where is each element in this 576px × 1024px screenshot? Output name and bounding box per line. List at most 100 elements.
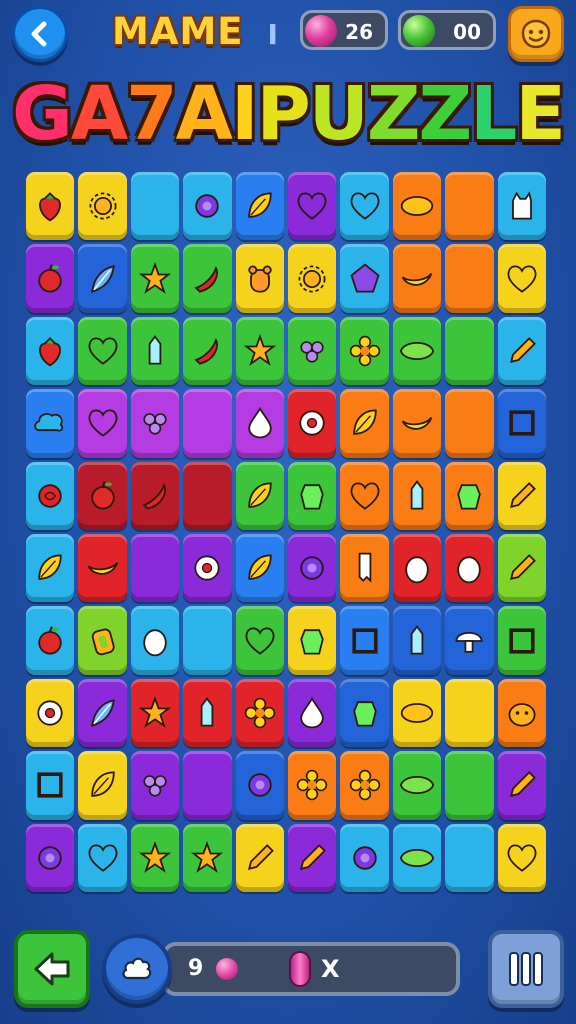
board-tile[interactable] — [235, 678, 284, 748]
board-tile[interactable] — [235, 172, 284, 241]
board-tile[interactable] — [340, 534, 389, 603]
board-tile[interactable] — [26, 389, 75, 458]
board-tile[interactable] — [497, 244, 546, 313]
board-tile[interactable] — [392, 461, 442, 530]
board-tile[interactable] — [340, 172, 389, 241]
board-tile[interactable] — [26, 534, 75, 603]
board-tile[interactable] — [392, 534, 442, 603]
board-tile[interactable] — [392, 823, 442, 892]
board-tile[interactable] — [340, 678, 389, 748]
board-tile[interactable] — [392, 172, 442, 241]
board-tile[interactable] — [340, 389, 389, 458]
board-tile[interactable] — [183, 751, 232, 820]
board-tile[interactable] — [445, 534, 494, 603]
board-tile[interactable] — [183, 172, 232, 241]
board-tile[interactable] — [183, 316, 232, 386]
board-tile[interactable] — [497, 172, 546, 241]
board-tile[interactable] — [78, 316, 127, 386]
board-tile[interactable] — [26, 751, 75, 820]
board-tile[interactable] — [497, 606, 546, 675]
pause-button[interactable] — [488, 930, 564, 1008]
board-tile[interactable] — [235, 751, 284, 820]
board-tile[interactable] — [445, 823, 494, 892]
board-tile[interactable] — [26, 244, 75, 313]
board-tile[interactable] — [26, 678, 75, 748]
board-tile[interactable] — [392, 316, 442, 386]
board-tile[interactable] — [497, 823, 546, 892]
board-tile[interactable] — [183, 534, 232, 603]
board-tile[interactable] — [445, 316, 494, 386]
board-tile[interactable] — [130, 534, 180, 603]
board-tile[interactable] — [392, 606, 442, 675]
board-tile[interactable] — [445, 606, 494, 675]
board-tile[interactable] — [78, 244, 127, 313]
board-tile[interactable] — [288, 606, 337, 675]
board-tile[interactable] — [235, 606, 284, 675]
board-tile[interactable] — [288, 461, 337, 530]
board-tile[interactable] — [183, 244, 232, 313]
board-tile[interactable] — [497, 316, 546, 386]
board-tile[interactable] — [26, 172, 75, 241]
board-tile[interactable] — [78, 606, 127, 675]
board-tile[interactable] — [340, 461, 389, 530]
board-tile[interactable] — [445, 678, 494, 748]
board-tile[interactable] — [130, 606, 180, 675]
return-button[interactable] — [14, 930, 90, 1008]
board-tile[interactable] — [235, 316, 284, 386]
board-tile[interactable] — [340, 606, 389, 675]
board-tile[interactable] — [288, 172, 337, 241]
back-button[interactable] — [12, 6, 68, 62]
board-tile[interactable] — [26, 823, 75, 892]
board-tile[interactable] — [235, 389, 284, 458]
board-tile[interactable] — [288, 534, 337, 603]
board-tile[interactable] — [130, 461, 180, 530]
hint-button[interactable] — [102, 934, 172, 1004]
board-tile[interactable] — [183, 606, 232, 675]
board-tile[interactable] — [392, 244, 442, 313]
board-tile[interactable] — [340, 751, 389, 820]
board-tile[interactable] — [445, 172, 494, 241]
profile-button[interactable] — [508, 6, 564, 62]
board-tile[interactable] — [26, 316, 75, 386]
board-tile[interactable] — [340, 316, 389, 386]
board-tile[interactable] — [340, 823, 389, 892]
board-tile[interactable] — [78, 678, 127, 748]
board-tile[interactable] — [235, 244, 284, 313]
board-tile[interactable] — [78, 751, 127, 820]
board-tile[interactable] — [130, 316, 180, 386]
board-tile[interactable] — [235, 461, 284, 530]
board-tile[interactable] — [78, 389, 127, 458]
board-tile[interactable] — [497, 751, 546, 820]
board-tile[interactable] — [288, 244, 337, 313]
board-tile[interactable] — [130, 244, 180, 313]
board-tile[interactable] — [497, 534, 546, 603]
board-tile[interactable] — [392, 389, 442, 458]
board-tile[interactable] — [445, 389, 494, 458]
board-tile[interactable] — [288, 751, 337, 820]
board-tile[interactable] — [235, 534, 284, 603]
board-tile[interactable] — [445, 751, 494, 820]
board-tile[interactable] — [130, 172, 180, 241]
board-tile[interactable] — [445, 461, 494, 530]
board-tile[interactable] — [392, 678, 442, 748]
board-tile[interactable] — [130, 678, 180, 748]
board-tile[interactable] — [26, 606, 75, 675]
board-tile[interactable] — [288, 316, 337, 386]
board-tile[interactable] — [78, 461, 127, 530]
board-tile[interactable] — [340, 244, 389, 313]
board-tile[interactable] — [183, 461, 232, 530]
board-tile[interactable] — [445, 244, 494, 313]
board-tile[interactable] — [183, 823, 232, 892]
board-tile[interactable] — [78, 534, 127, 603]
board-tile[interactable] — [26, 461, 75, 530]
board-tile[interactable] — [78, 172, 127, 241]
board-tile[interactable] — [288, 823, 337, 892]
board-tile[interactable] — [130, 751, 180, 820]
board-tile[interactable] — [497, 461, 546, 530]
board-tile[interactable] — [288, 389, 337, 458]
board-tile[interactable] — [288, 678, 337, 748]
board-tile[interactable] — [497, 678, 546, 748]
board-tile[interactable] — [183, 389, 232, 458]
board-tile[interactable] — [78, 823, 127, 892]
board-tile[interactable] — [183, 678, 232, 748]
